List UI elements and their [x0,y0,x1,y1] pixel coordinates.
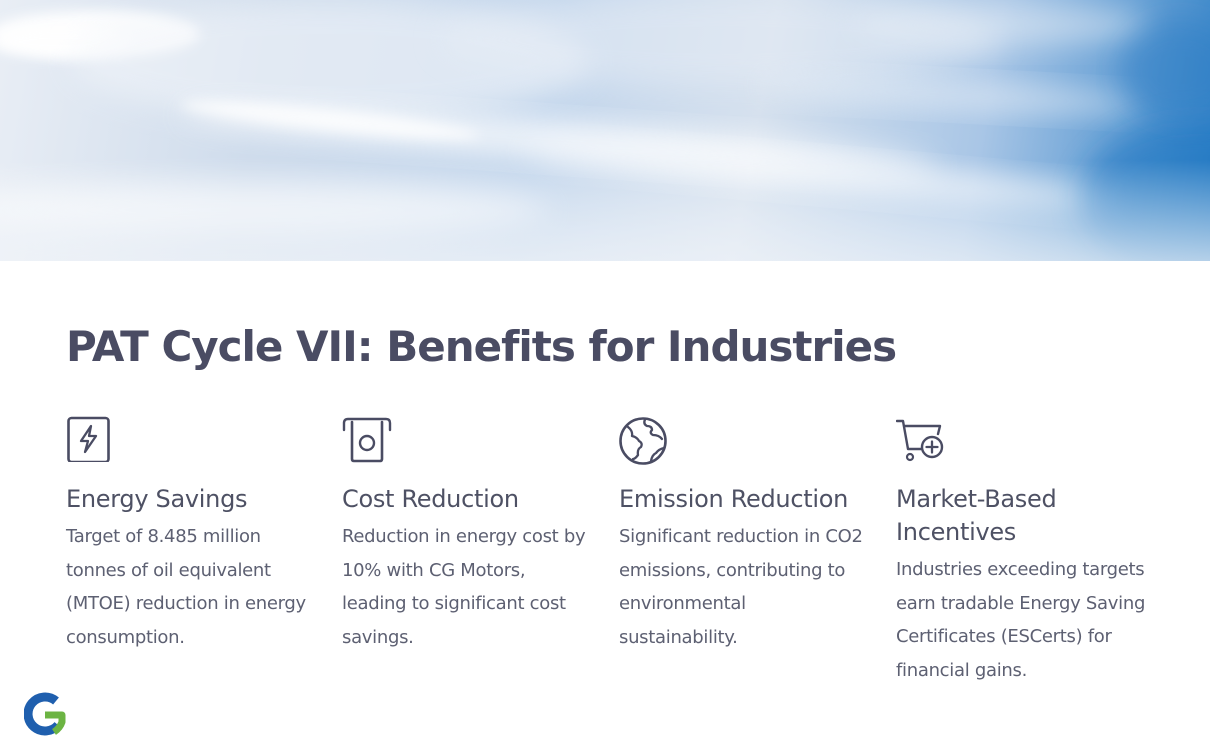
card-description: Significant reduction in CO2 emissions, … [619,526,863,648]
card-description: Reduction in energy cost by 10% with CG … [342,526,586,648]
card-heading: Market-Based Incentives [896,485,1057,546]
page-title: PAT Cycle VII: Benefits for Industries [66,322,897,371]
benefit-card-energy-savings: Energy Savings Target of 8.485 million t… [66,414,316,654]
benefit-card-market-based-incentives: Market-Based Incentives Industries excee… [896,414,1146,687]
coin-slot-icon [342,414,392,466]
benefit-card-cost-reduction: Cost Reduction Reduction in energy cost … [342,414,592,654]
cg-logo-icon [23,692,66,736]
card-description: Industries exceeding targets earn tradab… [896,559,1146,681]
cart-plus-icon [896,414,946,466]
card-heading: Energy Savings [66,485,248,513]
lightning-box-icon [66,414,116,466]
card-heading: Emission Reduction [619,485,848,513]
globe-icon [619,414,669,466]
slide: PAT Cycle VII: Benefits for Industries E… [0,0,1210,756]
card-description: Target of 8.485 million tonnes of oil eq… [66,526,306,648]
benefit-card-emission-reduction: Emission Reduction Significant reduction… [619,414,869,654]
card-heading: Cost Reduction [342,485,519,513]
sky-banner-image [0,0,1210,261]
